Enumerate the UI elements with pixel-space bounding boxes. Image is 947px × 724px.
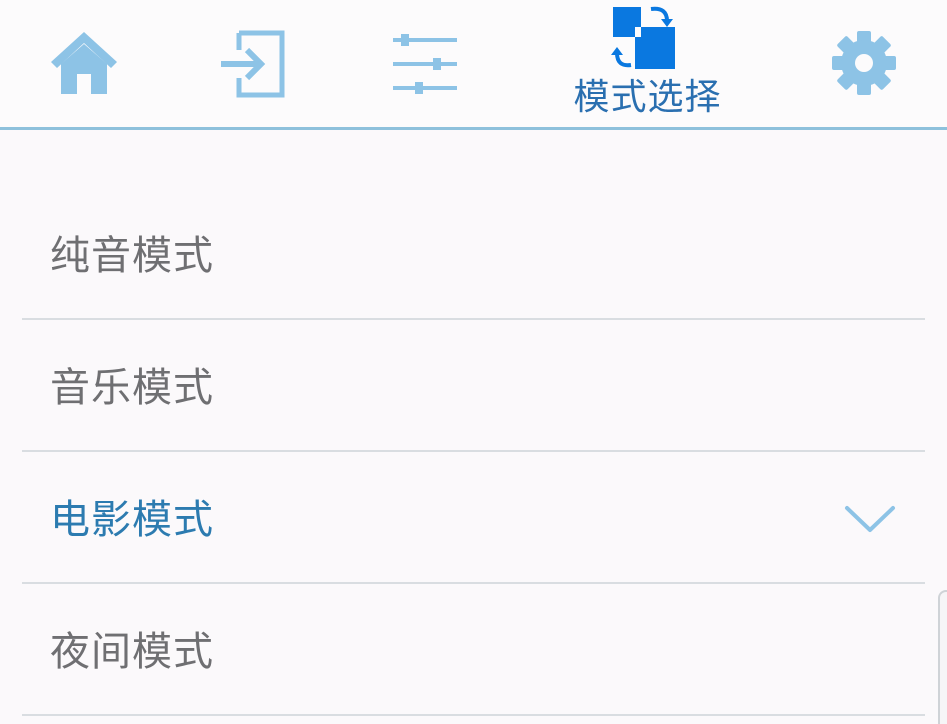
top-tab-bar: 模式选择 xyxy=(0,0,947,130)
mode-list: 纯音模式 音乐模式 电影模式 夜间模式 xyxy=(22,188,925,716)
mode-selection-screen: 模式选择 纯音模式 音乐模式 电影模式 夜间模式 xyxy=(0,0,947,724)
mode-item-pure-audio[interactable]: 纯音模式 xyxy=(22,188,925,320)
mode-label: 音乐模式 xyxy=(50,365,214,411)
mode-switch-icon xyxy=(611,6,675,69)
gear-icon xyxy=(832,31,896,95)
input-source-icon xyxy=(221,30,285,98)
tab-mode-label: 模式选择 xyxy=(573,77,722,118)
tab-equalizer[interactable] xyxy=(365,0,485,128)
chevron-down-icon xyxy=(845,506,895,532)
mode-item-music[interactable]: 音乐模式 xyxy=(22,320,925,452)
tab-mode-select[interactable]: 模式选择 xyxy=(555,0,740,128)
home-icon xyxy=(51,32,117,94)
tab-input-source[interactable] xyxy=(195,0,310,128)
scroll-edge xyxy=(938,590,947,724)
mode-item-movie[interactable]: 电影模式 xyxy=(22,452,925,584)
mode-item-night[interactable]: 夜间模式 xyxy=(22,584,925,716)
mode-label: 电影模式 xyxy=(50,497,214,543)
tab-home[interactable] xyxy=(30,0,140,128)
tab-settings[interactable] xyxy=(805,0,925,128)
equalizer-sliders-icon xyxy=(393,34,457,94)
mode-label: 夜间模式 xyxy=(50,629,214,675)
mode-label: 纯音模式 xyxy=(50,233,214,279)
